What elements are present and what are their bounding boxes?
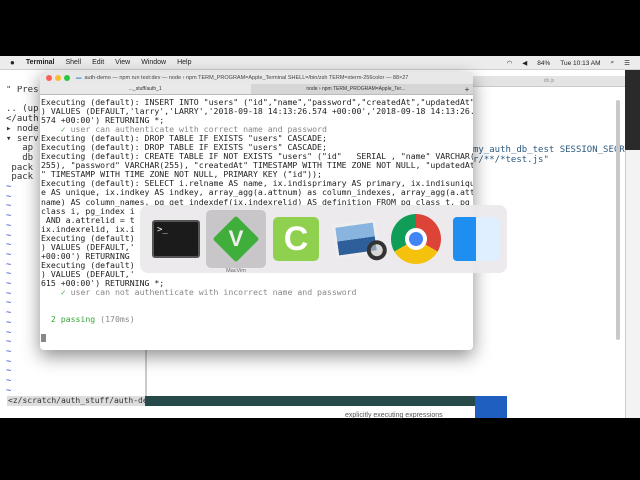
app-label: MacVim [226,268,246,274]
folder-icon: ▬ [76,75,82,81]
terminal-cursor [41,333,46,342]
vim-empty-line: ~ [6,356,12,367]
search-icon[interactable]: ⌕ [611,59,615,67]
background-window-corner [475,396,507,418]
status-path: <z/scratch/auth_stuff/auth-demo [7,396,145,406]
clock[interactable]: Tue 10:13 AM [560,60,600,67]
menu-edit[interactable]: Edit [92,59,104,66]
code-line: my_auth_db_test SESSION_SECR [473,145,625,155]
app-finder[interactable] [446,210,506,268]
menu-bar: ● Terminal Shell Edit View Window Help ◠… [0,56,640,70]
window-title: auth-demo — npm run test:dev — node › np… [84,75,409,81]
battery-status[interactable]: 84% [537,60,550,67]
macvim-icon: V [212,215,260,263]
menu-list-icon[interactable]: ☰ [624,59,630,67]
app-macvim[interactable]: V MacVim [206,210,266,274]
menu-view[interactable]: View [115,59,130,66]
terminal-line: 2 passing (170ms) [50,314,135,325]
app-camtasia[interactable]: C [266,210,326,268]
vim-status-line: <z/scratch/auth_stuff/auth-demo [7,396,507,406]
menu-shell[interactable]: Shell [66,59,82,66]
side-window-panel [625,150,640,418]
background-text: explicitly executing expressions [345,412,443,419]
vim-right-tab[interactable]: db.js [473,76,625,87]
camtasia-icon: C [273,217,319,261]
close-button[interactable] [46,75,52,81]
menu-terminal[interactable]: Terminal [26,59,55,66]
menu-window[interactable]: Window [141,59,166,66]
app-chrome[interactable] [386,210,446,268]
preview-icon [331,219,389,262]
wifi-icon[interactable]: ◠ [507,59,513,67]
terminal-title-bar[interactable]: ▬ auth-demo — npm run test:dev — node › … [40,72,473,84]
app-terminal[interactable]: >_ [146,210,206,268]
terminal-icon: >_ [152,220,200,258]
volume-icon[interactable]: ◀ [522,59,527,67]
terminal-line: ✓ user can not authenticate with incorre… [60,286,357,297]
zoom-button[interactable] [64,75,70,81]
vim-right-code[interactable]: my_auth_db_test SESSION_SECR r/**/*test.j… [473,145,625,165]
apple-icon[interactable]: ● [10,58,15,67]
vim-empty-line: ~ [6,376,12,387]
new-tab-button[interactable]: + [461,84,473,94]
app-switcher: >_ V MacVim C [140,205,507,274]
scrollbar[interactable] [616,100,620,340]
code-line: r/**/*test.js" [473,155,549,165]
menu-help[interactable]: Help [177,59,191,66]
vim-empty-line: ~ [6,366,12,377]
terminal-tabs: ..._stuff/auth_1 node › npm TERM_PROGRAM… [40,84,473,95]
tab-node[interactable]: node › npm TERM_PROGRAM=Apple_Ter... [251,84,462,94]
app-preview[interactable] [326,210,389,268]
chrome-icon [391,214,441,264]
minimize-button[interactable] [55,75,61,81]
tab-auth[interactable]: ..._stuff/auth_1 [40,84,251,94]
side-window-toolbar [625,70,640,150]
finder-icon [453,217,499,261]
status-fill [145,396,507,406]
vim-empty-line: ~ [6,385,12,396]
